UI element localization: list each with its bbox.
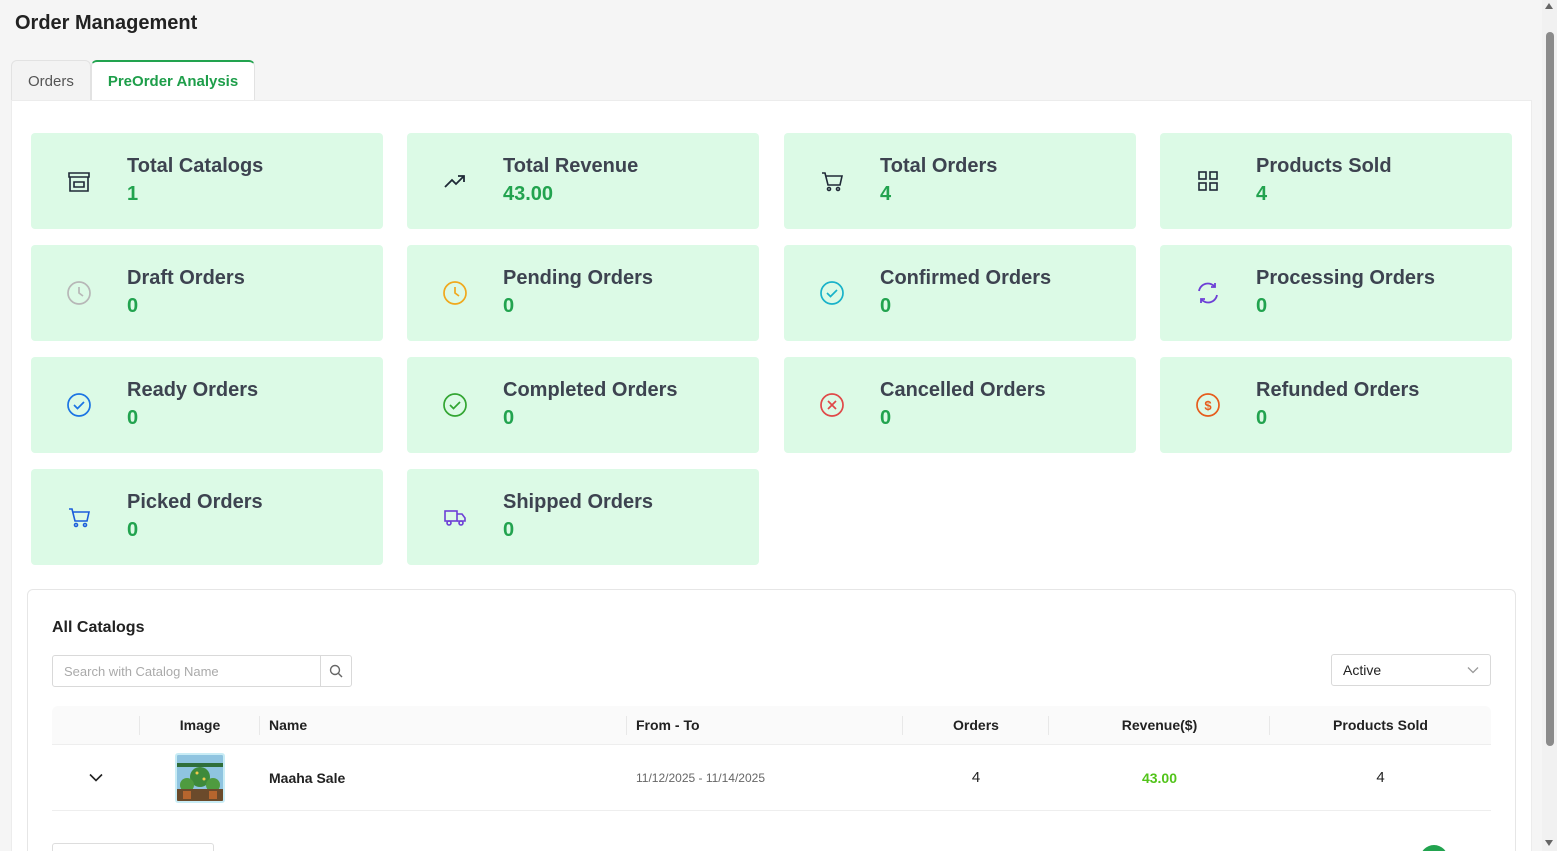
- check-circle-icon: [820, 281, 844, 305]
- stat-label: Picked Orders: [127, 491, 263, 513]
- stat-value: 0: [1256, 295, 1268, 317]
- stat-card-confirmed-orders: Confirmed Orders 0: [784, 245, 1136, 341]
- stat-card-cancelled-orders: Cancelled Orders 0: [784, 357, 1136, 453]
- stat-card-total-orders: Total Orders 4: [784, 133, 1136, 229]
- expand-row-button[interactable]: [52, 745, 140, 810]
- stat-value: 4: [880, 183, 892, 205]
- svg-text:$: $: [1204, 398, 1212, 413]
- table-header: Image Name From - To Orders Revenue($) P…: [52, 706, 1491, 745]
- clock-icon: [443, 281, 467, 305]
- stat-card-total-revenue: Total Revenue 43.00: [407, 133, 759, 229]
- stat-label: Confirmed Orders: [880, 267, 1052, 289]
- cart-icon: [69, 508, 90, 528]
- stat-card-pending-orders: Pending Orders 0: [407, 245, 759, 341]
- tab-orders[interactable]: Orders: [11, 60, 91, 101]
- column-header-revenue: Revenue($): [1049, 706, 1270, 744]
- stat-card-refunded-orders: $ Refunded Orders 0: [1160, 357, 1512, 453]
- scroll-down-arrow[interactable]: [1545, 840, 1553, 846]
- stat-value: 43.00: [503, 183, 554, 205]
- stat-value: 0: [503, 407, 515, 429]
- catalogs-table: Image Name From - To Orders Revenue($) P…: [52, 706, 1491, 811]
- column-header-from-to: From - To: [627, 706, 903, 744]
- stat-card-completed-orders: Completed Orders 0: [407, 357, 759, 453]
- vertical-scrollbar[interactable]: [1542, 0, 1557, 851]
- stat-label: Total Orders: [880, 155, 998, 177]
- cart-icon: [822, 172, 843, 192]
- stat-value: 1: [127, 183, 139, 205]
- catalogs-section: All Catalogs Active Image Name From - To…: [27, 589, 1516, 851]
- stat-label: Ready Orders: [127, 379, 259, 401]
- stat-value: 0: [127, 295, 139, 317]
- grid-icon: [1198, 171, 1218, 191]
- scroll-up-arrow[interactable]: [1545, 3, 1553, 9]
- stat-card-ready-orders: Ready Orders 0: [31, 357, 383, 453]
- dollar-circle-icon: $: [1196, 393, 1220, 417]
- catalog-orders: 4: [971, 769, 981, 786]
- x-circle-icon: [820, 393, 844, 417]
- catalog-search-input[interactable]: [53, 656, 320, 686]
- stat-card-total-catalogs: Total Catalogs 1: [31, 133, 383, 229]
- stat-card-draft-orders: Draft Orders 0: [31, 245, 383, 341]
- catalog-search: [52, 655, 352, 687]
- tab-bar: Orders PreOrder Analysis: [11, 60, 256, 101]
- stat-card-products-sold: Products Sold 4: [1160, 133, 1512, 229]
- stat-label: Cancelled Orders: [880, 379, 1046, 401]
- sync-icon: [1198, 282, 1218, 304]
- stat-label: Draft Orders: [127, 267, 245, 289]
- stat-label: Products Sold: [1256, 155, 1392, 177]
- catalog-revenue: 43.00: [1141, 769, 1178, 786]
- catalogs-title: All Catalogs: [52, 619, 145, 636]
- stat-value: 0: [880, 295, 892, 317]
- stat-card-shipped-orders: Shipped Orders 0: [407, 469, 759, 565]
- stat-value: 0: [503, 295, 515, 317]
- stat-label: Completed Orders: [503, 379, 678, 401]
- stat-card-picked-orders: Picked Orders 0: [31, 469, 383, 565]
- stat-value: 0: [127, 519, 139, 541]
- catalog-name: Maaha Sale: [269, 769, 346, 786]
- truck-icon: [444, 510, 466, 526]
- store-icon: [68, 172, 90, 192]
- chevron-down-icon: [1467, 667, 1479, 674]
- check-circle-icon: [67, 393, 91, 417]
- stat-value: 0: [1256, 407, 1268, 429]
- column-header-name: Name: [260, 706, 627, 744]
- search-button[interactable]: [320, 656, 351, 686]
- catalog-date-range: 11/12/2025 - 11/14/2025: [636, 770, 765, 785]
- page-title: Order Management: [15, 12, 198, 34]
- status-filter-select[interactable]: Active: [1331, 654, 1491, 686]
- stat-label: Total Catalogs: [127, 155, 264, 177]
- table-row[interactable]: Maaha Sale 11/12/2025 - 11/14/2025 4 43.…: [52, 745, 1491, 811]
- column-header-orders: Orders: [903, 706, 1049, 744]
- stat-card-processing-orders: Processing Orders 0: [1160, 245, 1512, 341]
- catalog-thumbnail[interactable]: [175, 752, 225, 803]
- tab-preorder-analysis[interactable]: PreOrder Analysis: [90, 60, 256, 101]
- column-header-image: Image: [140, 706, 260, 744]
- status-filter-value: Active: [1343, 662, 1382, 678]
- clock-icon: [67, 281, 91, 305]
- stat-label: Refunded Orders: [1256, 379, 1420, 401]
- check-circle-icon: [443, 393, 467, 417]
- column-header-products-sold: Products Sold: [1333, 717, 1428, 733]
- stat-value: 0: [127, 407, 139, 429]
- stat-label: Pending Orders: [503, 267, 654, 289]
- column-header-expand: [52, 706, 140, 744]
- catalog-products-sold: 4: [1376, 769, 1385, 786]
- stat-label: Shipped Orders: [503, 491, 654, 513]
- chevron-down-icon: [89, 773, 103, 782]
- stat-value: 0: [880, 407, 892, 429]
- page-size-select[interactable]: [52, 843, 214, 851]
- stat-value: 0: [503, 519, 515, 541]
- stat-value: 4: [1256, 183, 1268, 205]
- stat-label: Total Revenue: [503, 155, 639, 177]
- scroll-thumb[interactable]: [1546, 32, 1554, 746]
- stat-label: Processing Orders: [1256, 267, 1435, 289]
- search-icon: [329, 664, 343, 678]
- catalog-image-cell: [140, 745, 260, 810]
- plant-image-icon: [177, 754, 223, 801]
- trending-up-icon: [444, 175, 465, 188]
